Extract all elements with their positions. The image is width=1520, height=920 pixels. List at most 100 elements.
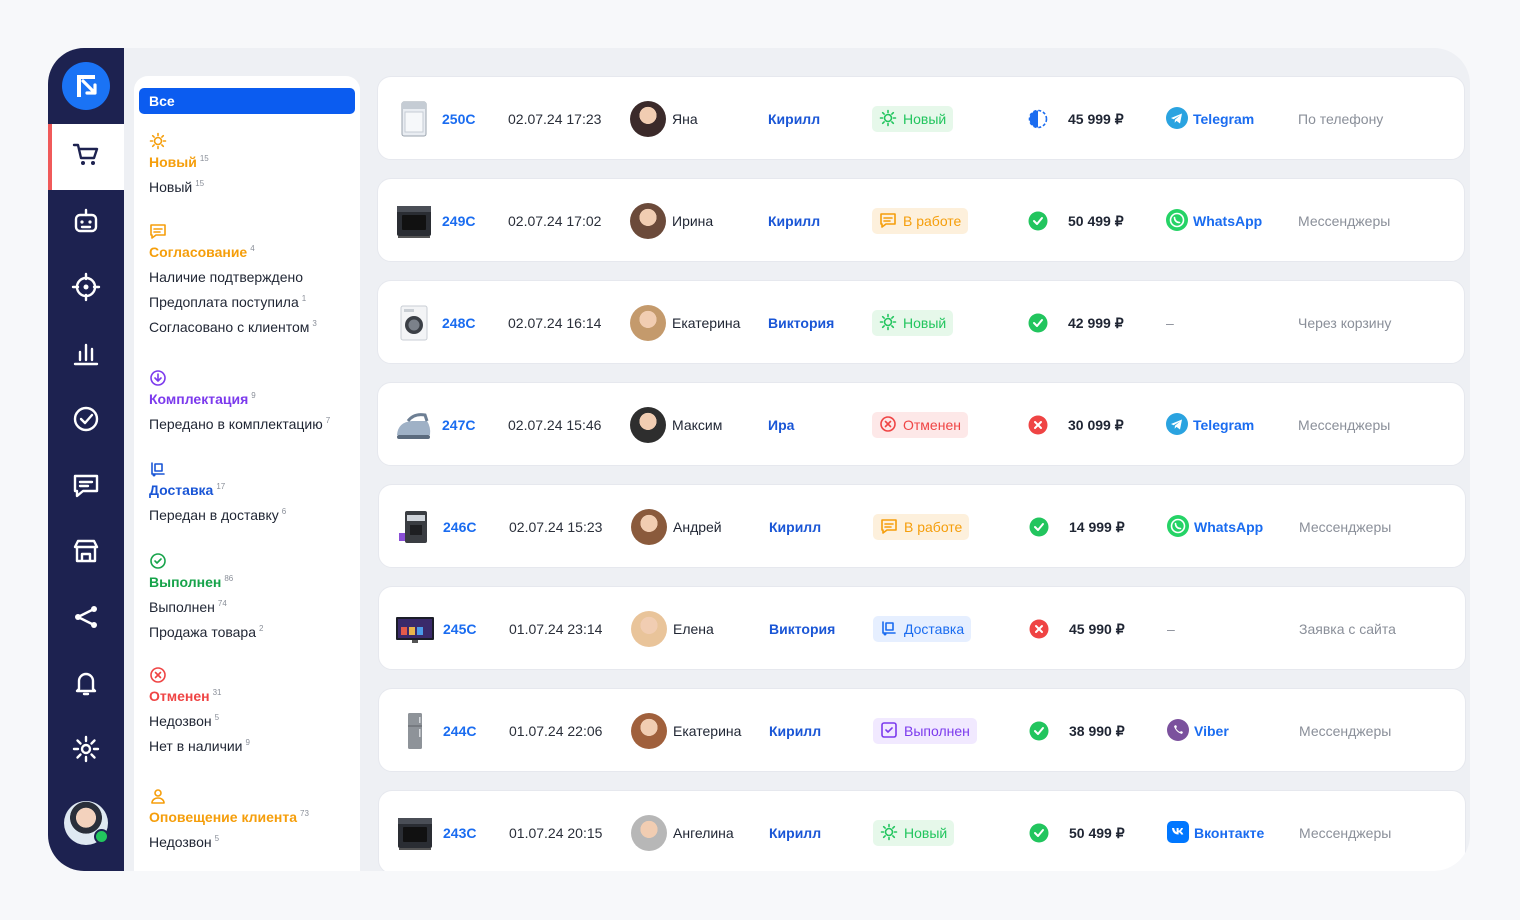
status-cell: Выполнен — [873, 689, 977, 773]
nav-target-button[interactable] — [48, 256, 124, 322]
nav-cart-button[interactable] — [48, 124, 124, 190]
order-id-link[interactable]: 248С — [442, 281, 475, 365]
client-cell[interactable]: Ангелина — [631, 791, 734, 871]
filter-substatus[interactable]: Передан в доставку 6 — [149, 507, 286, 523]
product-image — [394, 179, 434, 263]
order-row[interactable]: 249С 02.07.24 17:02 Ирина Кирилл В работе 50 … — [377, 178, 1465, 262]
manager-link[interactable]: Виктория — [768, 281, 834, 365]
filter-group: Выполнен 86 Выполнен 74 Продажа товара 2 — [149, 552, 263, 640]
client-cell[interactable]: Екатерина — [631, 689, 741, 773]
bell-icon — [71, 668, 101, 703]
filter-group: Новый 15 Новый 15 — [149, 132, 209, 195]
channel-cell[interactable]: WhatsApp — [1167, 485, 1263, 569]
nav-bar-chart-button[interactable] — [48, 322, 124, 388]
filter-substatus[interactable]: Выполнен 74 — [149, 599, 263, 615]
client-cell[interactable]: Андрей — [631, 485, 722, 569]
nav-chat-button[interactable] — [48, 454, 124, 520]
status-badge[interactable]: Новый — [872, 310, 954, 336]
order-source: Мессенджеры — [1298, 213, 1391, 229]
filter-group-title[interactable]: Новый 15 — [149, 154, 209, 170]
client-cell[interactable]: Елена — [631, 587, 714, 671]
channel-cell[interactable]: Telegram — [1166, 77, 1254, 161]
filter-group: Комплектация 9 Передано в комплектацию 7 — [149, 369, 330, 432]
client-cell[interactable]: Яна — [630, 77, 698, 161]
order-row[interactable]: 246С 02.07.24 15:23 Андрей Кирилл В работе 14… — [378, 484, 1466, 568]
order-id-link[interactable]: 247С — [442, 383, 475, 467]
telegram-icon — [1166, 106, 1193, 132]
filter-substatus[interactable]: Предоплата поступила 1 — [149, 294, 317, 310]
nav-check-circle-button[interactable] — [48, 388, 124, 454]
filter-substatus[interactable]: Продажа товара 2 — [149, 624, 263, 640]
order-id-link[interactable]: 245С — [443, 587, 476, 671]
filter-group-count: 4 — [250, 244, 255, 254]
client-cell[interactable]: Ирина — [630, 179, 713, 263]
check-circle-icon — [149, 552, 263, 570]
order-row[interactable]: 245С 01.07.24 23:14 Елена Виктория Доставка 4… — [378, 586, 1466, 670]
client-avatar — [630, 203, 666, 239]
filter-group-title[interactable]: Отменен 31 — [149, 688, 250, 704]
filter-group-title[interactable]: Оповещение клиента 73 — [149, 809, 309, 825]
filter-group-count: 31 — [212, 688, 222, 698]
order-id-link[interactable]: 244С — [443, 689, 476, 773]
filter-group-title[interactable]: Комплектация 9 — [149, 391, 330, 407]
order-id-link[interactable]: 243С — [443, 791, 476, 871]
filter-substatus[interactable]: Недозвон 5 — [149, 834, 309, 850]
filter-substatus-count: 74 — [217, 599, 227, 609]
filter-group-title[interactable]: Согласование 4 — [149, 244, 317, 260]
manager-link[interactable]: Виктория — [769, 587, 835, 671]
nav-share-button[interactable] — [48, 586, 124, 652]
download-circle-icon — [149, 369, 330, 387]
order-row[interactable]: 243С 01.07.24 20:15 Ангелина Кирилл Новый 50 … — [378, 790, 1466, 871]
sun-icon — [149, 132, 209, 150]
channel-cell[interactable]: Telegram — [1166, 383, 1254, 467]
filter-substatus[interactable]: Нет в наличии 9 — [149, 738, 250, 754]
filter-substatus[interactable]: Новый 15 — [149, 179, 209, 195]
manager-link[interactable]: Кирилл — [769, 485, 821, 569]
manager-link[interactable]: Кирилл — [769, 689, 821, 773]
nav-store-button[interactable] — [48, 520, 124, 586]
status-cell: В работе — [872, 179, 969, 263]
order-row[interactable]: 247С 02.07.24 15:46 Максим Ира Отменен 30 099… — [377, 382, 1465, 466]
status-badge[interactable]: Отменен — [872, 412, 968, 438]
channel-cell[interactable]: WhatsApp — [1166, 179, 1262, 263]
order-id-link[interactable]: 250С — [442, 77, 475, 161]
nav-bot-button[interactable] — [48, 190, 124, 256]
channel-label: – — [1167, 621, 1175, 637]
status-cell: Новый — [872, 77, 954, 161]
client-cell[interactable]: Екатерина — [630, 281, 740, 365]
status-badge[interactable]: В работе — [872, 208, 969, 234]
channel-cell[interactable]: Вконтакте — [1167, 791, 1264, 871]
chat-icon — [71, 470, 101, 505]
nav-gear-button[interactable] — [48, 718, 124, 784]
order-id-link[interactable]: 246С — [443, 485, 476, 569]
nav-bell-button[interactable] — [48, 652, 124, 718]
status-badge[interactable]: Выполнен — [873, 718, 977, 744]
client-cell[interactable]: Максим — [630, 383, 722, 467]
manager-link[interactable]: Кирилл — [768, 77, 820, 161]
status-badge[interactable]: Доставка — [873, 616, 972, 642]
filter-group-title[interactable]: Доставка 17 — [149, 482, 286, 498]
order-date: 01.07.24 20:15 — [509, 825, 603, 841]
order-source: Заявка с сайта — [1299, 621, 1396, 637]
manager-link[interactable]: Кирилл — [768, 179, 820, 263]
filter-substatus[interactable]: Наличие подтверждено — [149, 269, 317, 285]
client-avatar — [630, 305, 666, 341]
manager-link[interactable]: Ира — [768, 383, 794, 467]
logo-icon[interactable] — [62, 62, 110, 110]
order-row[interactable]: 244С 01.07.24 22:06 Екатерина Кирилл Выполне… — [378, 688, 1466, 772]
filter-substatus[interactable]: Передано в комплектацию 7 — [149, 416, 330, 432]
filter-all-button[interactable]: Все — [139, 88, 355, 114]
status-badge[interactable]: В работе — [873, 514, 970, 540]
order-row[interactable]: 250С 02.07.24 17:23 Яна Кирилл Новый 45 999 ₽… — [377, 76, 1465, 160]
status-badge[interactable]: Новый — [872, 106, 954, 132]
user-avatar[interactable] — [64, 801, 109, 845]
status-badge[interactable]: Новый — [873, 820, 955, 846]
filter-substatus[interactable]: Согласовано с клиентом 3 — [149, 319, 317, 335]
order-row[interactable]: 248С 02.07.24 16:14 Екатерина Виктория Новый… — [377, 280, 1465, 364]
manager-link[interactable]: Кирилл — [769, 791, 821, 871]
channel-cell[interactable]: Viber — [1167, 689, 1229, 773]
status-label: Отменен — [903, 417, 961, 433]
order-id-link[interactable]: 249С — [442, 179, 475, 263]
filter-substatus[interactable]: Недозвон 5 — [149, 713, 250, 729]
filter-group-title[interactable]: Выполнен 86 — [149, 574, 263, 590]
